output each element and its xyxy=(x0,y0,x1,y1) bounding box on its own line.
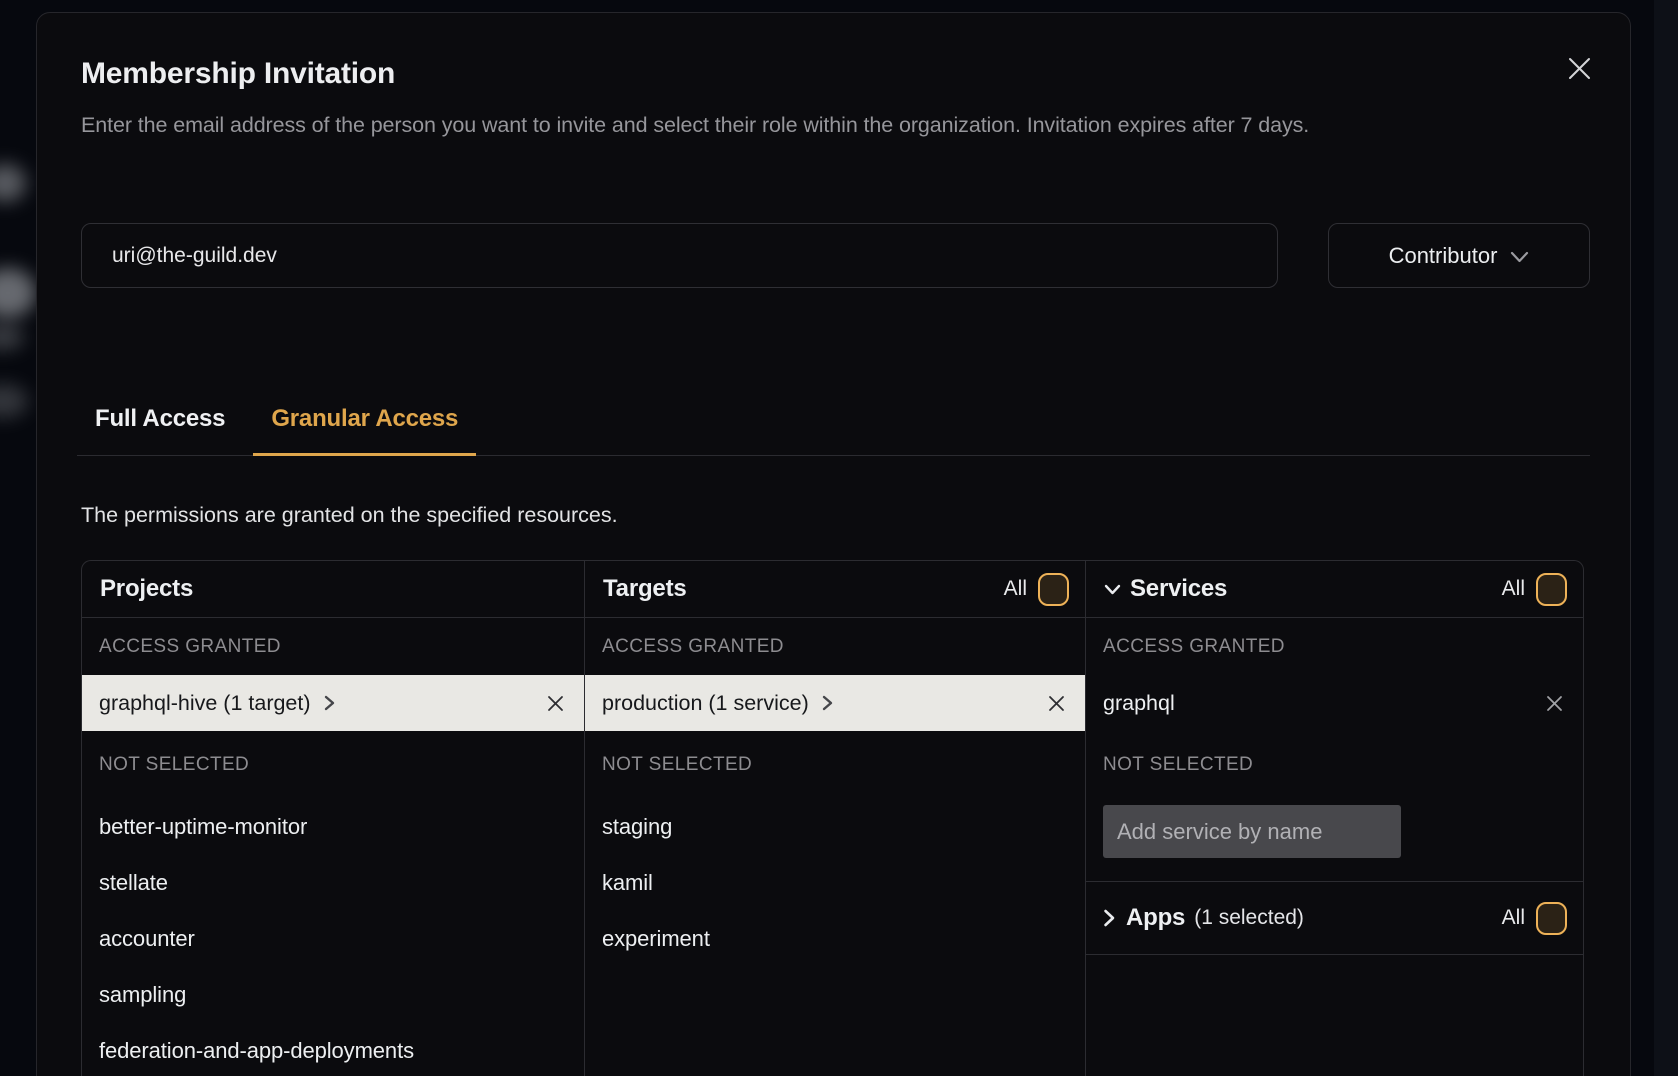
role-select-value: Contributor xyxy=(1389,243,1498,269)
project-selected-row[interactable]: graphql-hive (1 target) xyxy=(82,675,584,731)
targets-access-granted-label: ACCESS GRANTED xyxy=(585,618,1085,675)
apps-selected-count: (1 selected) xyxy=(1194,906,1304,930)
project-option[interactable]: sampling xyxy=(82,967,584,1023)
project-option[interactable]: better-uptime-monitor xyxy=(82,799,584,855)
apps-row[interactable]: Apps (1 selected) All xyxy=(1086,881,1583,955)
membership-invitation-dialog: Membership Invitation Enter the email ad… xyxy=(36,12,1631,1076)
projects-access-granted-label: ACCESS GRANTED xyxy=(82,618,584,675)
services-not-selected-label: NOT SELECTED xyxy=(1086,731,1583,799)
chevron-right-icon xyxy=(324,695,335,711)
projects-option-list: better-uptime-monitor stellate accounter… xyxy=(82,799,584,1076)
remove-icon xyxy=(547,695,564,712)
apps-label: Apps xyxy=(1126,904,1185,932)
service-granted-row: graphql xyxy=(1086,675,1583,731)
background-glow xyxy=(0,324,24,350)
services-access-granted-label: ACCESS GRANTED xyxy=(1086,618,1583,675)
targets-not-selected-label: NOT SELECTED xyxy=(585,731,1085,799)
projects-column: Projects ACCESS GRANTED graphql-hive (1 … xyxy=(82,561,585,1076)
permissions-note: The permissions are granted on the speci… xyxy=(81,503,618,528)
apps-all-label: All xyxy=(1502,906,1525,930)
targets-header-title: Targets xyxy=(603,575,687,603)
services-all-label: All xyxy=(1502,577,1525,601)
targets-column: Targets All ACCESS GRANTED production (1… xyxy=(585,561,1086,1076)
resources-table: Projects ACCESS GRANTED graphql-hive (1 … xyxy=(81,560,1584,1076)
remove-project-button[interactable] xyxy=(547,695,564,712)
dialog-description: Enter the email address of the person yo… xyxy=(81,108,1521,143)
access-tabs: Full Access Granular Access xyxy=(77,405,1590,456)
services-header: Services All xyxy=(1086,561,1583,618)
project-selected-label: graphql-hive (1 target) xyxy=(99,691,311,716)
project-option[interactable]: federation-and-app-deployments xyxy=(82,1023,584,1076)
tab-granular-access[interactable]: Granular Access xyxy=(253,405,476,456)
services-all-checkbox[interactable] xyxy=(1536,573,1567,606)
project-option[interactable]: stellate xyxy=(82,855,584,911)
services-column: Services All ACCESS GRANTED graphql NOT … xyxy=(1086,561,1583,1076)
remove-target-button[interactable] xyxy=(1048,695,1065,712)
project-option[interactable]: accounter xyxy=(82,911,584,967)
dialog-title: Membership Invitation xyxy=(81,57,395,91)
close-button[interactable] xyxy=(1560,49,1598,87)
projects-header: Projects xyxy=(82,561,584,618)
targets-all-label: All xyxy=(1004,577,1027,601)
apps-all-checkbox[interactable] xyxy=(1536,902,1567,935)
background-glow xyxy=(0,384,28,418)
chevron-down-icon[interactable] xyxy=(1104,584,1121,595)
service-granted-label: graphql xyxy=(1103,691,1175,716)
add-service-input[interactable] xyxy=(1103,805,1401,858)
chevron-right-icon xyxy=(1103,909,1115,927)
remove-icon xyxy=(1048,695,1065,712)
targets-header: Targets All xyxy=(585,561,1085,618)
tab-full-access[interactable]: Full Access xyxy=(77,405,243,456)
page-background-strip xyxy=(1654,0,1678,1076)
target-selected-row[interactable]: production (1 service) xyxy=(585,675,1085,731)
target-option[interactable]: experiment xyxy=(585,911,1085,967)
targets-all-checkbox[interactable] xyxy=(1038,573,1069,606)
email-input[interactable] xyxy=(81,223,1278,288)
role-select[interactable]: Contributor xyxy=(1328,223,1590,288)
projects-header-title: Projects xyxy=(100,575,193,603)
chevron-down-icon xyxy=(1510,251,1529,263)
remove-icon xyxy=(1546,695,1563,712)
background-glow xyxy=(0,268,36,318)
target-selected-label: production (1 service) xyxy=(602,691,809,716)
targets-option-list: staging kamil experiment xyxy=(585,799,1085,967)
background-glow xyxy=(0,164,26,202)
services-header-title: Services xyxy=(1130,575,1227,603)
projects-not-selected-label: NOT SELECTED xyxy=(82,731,584,799)
close-icon xyxy=(1568,57,1591,80)
target-option[interactable]: kamil xyxy=(585,855,1085,911)
chevron-right-icon xyxy=(822,695,833,711)
target-option[interactable]: staging xyxy=(585,799,1085,855)
remove-service-button[interactable] xyxy=(1546,695,1563,712)
